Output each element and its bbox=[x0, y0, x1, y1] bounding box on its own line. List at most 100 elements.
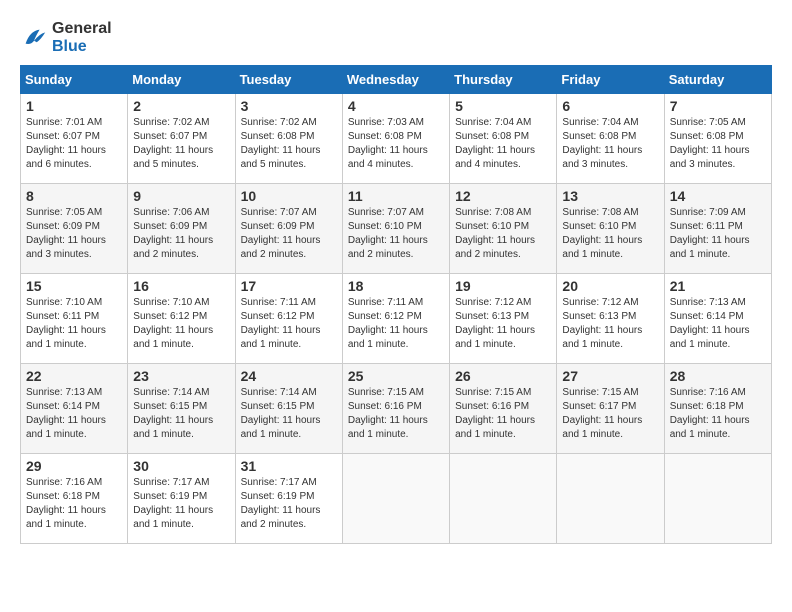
calendar-cell: 20 Sunrise: 7:12 AM Sunset: 6:13 PM Dayli… bbox=[557, 274, 664, 364]
day-number: 17 bbox=[241, 278, 337, 294]
page-header: General Blue bbox=[20, 20, 772, 55]
calendar-cell: 25 Sunrise: 7:15 AM Sunset: 6:16 PM Dayli… bbox=[342, 364, 449, 454]
day-info: Sunrise: 7:05 AM Sunset: 6:09 PM Dayligh… bbox=[26, 206, 122, 262]
day-number: 10 bbox=[241, 188, 337, 204]
day-info: Sunrise: 7:03 AM Sunset: 6:08 PM Dayligh… bbox=[348, 116, 444, 172]
day-number: 8 bbox=[26, 188, 122, 204]
day-info: Sunrise: 7:01 AM Sunset: 6:07 PM Dayligh… bbox=[26, 116, 122, 172]
day-number: 19 bbox=[455, 278, 551, 294]
calendar-cell: 22 Sunrise: 7:13 AM Sunset: 6:14 PM Dayli… bbox=[21, 364, 128, 454]
calendar-cell: 10 Sunrise: 7:07 AM Sunset: 6:09 PM Dayli… bbox=[235, 184, 342, 274]
day-info: Sunrise: 7:14 AM Sunset: 6:15 PM Dayligh… bbox=[241, 386, 337, 442]
calendar-cell: 3Sunrise: 7:02 AM Sunset: 6:08 PM Daylig… bbox=[235, 94, 342, 184]
day-number: 11 bbox=[348, 188, 444, 204]
day-info: Sunrise: 7:17 AM Sunset: 6:19 PM Dayligh… bbox=[241, 476, 337, 532]
calendar-cell: 1 Sunrise: 7:01 AM Sunset: 6:07 PM Daylig… bbox=[21, 94, 128, 184]
day-number: 4 bbox=[348, 98, 444, 114]
day-info: Sunrise: 7:06 AM Sunset: 6:09 PM Dayligh… bbox=[133, 206, 229, 262]
column-header-saturday: Saturday bbox=[664, 66, 771, 94]
day-info: Sunrise: 7:13 AM Sunset: 6:14 PM Dayligh… bbox=[670, 296, 766, 352]
day-number: 5 bbox=[455, 98, 551, 114]
column-header-monday: Monday bbox=[128, 66, 235, 94]
logo-text-line1: General bbox=[52, 20, 112, 38]
day-info: Sunrise: 7:12 AM Sunset: 6:13 PM Dayligh… bbox=[455, 296, 551, 352]
header-row: SundayMondayTuesdayWednesdayThursdayFrid… bbox=[21, 66, 772, 94]
day-info: Sunrise: 7:09 AM Sunset: 6:11 PM Dayligh… bbox=[670, 206, 766, 262]
calendar-cell: 5 Sunrise: 7:04 AM Sunset: 6:08 PM Daylig… bbox=[450, 94, 557, 184]
day-info: Sunrise: 7:05 AM Sunset: 6:08 PM Dayligh… bbox=[670, 116, 766, 172]
calendar-cell: 29Sunrise: 7:16 AM Sunset: 6:18 PM Dayli… bbox=[21, 454, 128, 544]
day-number: 14 bbox=[670, 188, 766, 204]
day-info: Sunrise: 7:02 AM Sunset: 6:07 PM Dayligh… bbox=[133, 116, 229, 172]
calendar-cell bbox=[450, 454, 557, 544]
calendar-cell: 8 Sunrise: 7:05 AM Sunset: 6:09 PM Daylig… bbox=[21, 184, 128, 274]
day-info: Sunrise: 7:11 AM Sunset: 6:12 PM Dayligh… bbox=[348, 296, 444, 352]
day-number: 9 bbox=[133, 188, 229, 204]
day-number: 6 bbox=[562, 98, 658, 114]
day-info: Sunrise: 7:07 AM Sunset: 6:09 PM Dayligh… bbox=[241, 206, 337, 262]
day-number: 25 bbox=[348, 368, 444, 384]
calendar-cell: 12 Sunrise: 7:08 AM Sunset: 6:10 PM Dayli… bbox=[450, 184, 557, 274]
day-number: 22 bbox=[26, 368, 122, 384]
day-info: Sunrise: 7:10 AM Sunset: 6:11 PM Dayligh… bbox=[26, 296, 122, 352]
calendar-cell: 13Sunrise: 7:08 AM Sunset: 6:10 PM Dayli… bbox=[557, 184, 664, 274]
day-number: 3 bbox=[241, 98, 337, 114]
calendar-cell bbox=[664, 454, 771, 544]
day-info: Sunrise: 7:04 AM Sunset: 6:08 PM Dayligh… bbox=[455, 116, 551, 172]
calendar-cell: 9 Sunrise: 7:06 AM Sunset: 6:09 PM Daylig… bbox=[128, 184, 235, 274]
week-row-1: 1 Sunrise: 7:01 AM Sunset: 6:07 PM Daylig… bbox=[21, 94, 772, 184]
calendar-table: SundayMondayTuesdayWednesdayThursdayFrid… bbox=[20, 65, 772, 544]
calendar-cell: 14 Sunrise: 7:09 AM Sunset: 6:11 PM Dayli… bbox=[664, 184, 771, 274]
day-number: 27 bbox=[562, 368, 658, 384]
calendar-cell: 27 Sunrise: 7:15 AM Sunset: 6:17 PM Dayli… bbox=[557, 364, 664, 454]
day-info: Sunrise: 7:15 AM Sunset: 6:16 PM Dayligh… bbox=[455, 386, 551, 442]
column-header-thursday: Thursday bbox=[450, 66, 557, 94]
logo-bird-icon bbox=[20, 24, 48, 52]
calendar-cell: 21 Sunrise: 7:13 AM Sunset: 6:14 PM Dayli… bbox=[664, 274, 771, 364]
logo: General Blue bbox=[20, 20, 112, 55]
calendar-cell bbox=[557, 454, 664, 544]
column-header-friday: Friday bbox=[557, 66, 664, 94]
day-info: Sunrise: 7:11 AM Sunset: 6:12 PM Dayligh… bbox=[241, 296, 337, 352]
day-info: Sunrise: 7:13 AM Sunset: 6:14 PM Dayligh… bbox=[26, 386, 122, 442]
column-header-sunday: Sunday bbox=[21, 66, 128, 94]
day-number: 21 bbox=[670, 278, 766, 294]
day-info: Sunrise: 7:08 AM Sunset: 6:10 PM Dayligh… bbox=[455, 206, 551, 262]
column-header-tuesday: Tuesday bbox=[235, 66, 342, 94]
day-number: 29 bbox=[26, 458, 122, 474]
day-number: 23 bbox=[133, 368, 229, 384]
calendar-cell: 16Sunrise: 7:10 AM Sunset: 6:12 PM Dayli… bbox=[128, 274, 235, 364]
logo-text-line2: Blue bbox=[52, 38, 112, 56]
day-info: Sunrise: 7:15 AM Sunset: 6:17 PM Dayligh… bbox=[562, 386, 658, 442]
week-row-3: 15 Sunrise: 7:10 AM Sunset: 6:11 PM Dayli… bbox=[21, 274, 772, 364]
day-info: Sunrise: 7:16 AM Sunset: 6:18 PM Dayligh… bbox=[670, 386, 766, 442]
day-info: Sunrise: 7:12 AM Sunset: 6:13 PM Dayligh… bbox=[562, 296, 658, 352]
calendar-cell: 4 Sunrise: 7:03 AM Sunset: 6:08 PM Daylig… bbox=[342, 94, 449, 184]
calendar-cell: 30Sunrise: 7:17 AM Sunset: 6:19 PM Dayli… bbox=[128, 454, 235, 544]
day-number: 15 bbox=[26, 278, 122, 294]
calendar-cell: 31Sunrise: 7:17 AM Sunset: 6:19 PM Dayli… bbox=[235, 454, 342, 544]
day-number: 7 bbox=[670, 98, 766, 114]
day-info: Sunrise: 7:17 AM Sunset: 6:19 PM Dayligh… bbox=[133, 476, 229, 532]
week-row-5: 29Sunrise: 7:16 AM Sunset: 6:18 PM Dayli… bbox=[21, 454, 772, 544]
calendar-cell: 24Sunrise: 7:14 AM Sunset: 6:15 PM Dayli… bbox=[235, 364, 342, 454]
calendar-cell: 19 Sunrise: 7:12 AM Sunset: 6:13 PM Dayli… bbox=[450, 274, 557, 364]
calendar-cell: 17 Sunrise: 7:11 AM Sunset: 6:12 PM Dayli… bbox=[235, 274, 342, 364]
calendar-cell: 7 Sunrise: 7:05 AM Sunset: 6:08 PM Daylig… bbox=[664, 94, 771, 184]
day-number: 2 bbox=[133, 98, 229, 114]
day-number: 1 bbox=[26, 98, 122, 114]
day-info: Sunrise: 7:07 AM Sunset: 6:10 PM Dayligh… bbox=[348, 206, 444, 262]
day-number: 26 bbox=[455, 368, 551, 384]
calendar-cell: 18Sunrise: 7:11 AM Sunset: 6:12 PM Dayli… bbox=[342, 274, 449, 364]
week-row-2: 8 Sunrise: 7:05 AM Sunset: 6:09 PM Daylig… bbox=[21, 184, 772, 274]
day-number: 12 bbox=[455, 188, 551, 204]
calendar-cell: 26 Sunrise: 7:15 AM Sunset: 6:16 PM Dayli… bbox=[450, 364, 557, 454]
column-header-wednesday: Wednesday bbox=[342, 66, 449, 94]
day-info: Sunrise: 7:14 AM Sunset: 6:15 PM Dayligh… bbox=[133, 386, 229, 442]
day-info: Sunrise: 7:10 AM Sunset: 6:12 PM Dayligh… bbox=[133, 296, 229, 352]
day-number: 20 bbox=[562, 278, 658, 294]
day-info: Sunrise: 7:15 AM Sunset: 6:16 PM Dayligh… bbox=[348, 386, 444, 442]
day-number: 28 bbox=[670, 368, 766, 384]
day-info: Sunrise: 7:04 AM Sunset: 6:08 PM Dayligh… bbox=[562, 116, 658, 172]
calendar-cell: 6 Sunrise: 7:04 AM Sunset: 6:08 PM Daylig… bbox=[557, 94, 664, 184]
